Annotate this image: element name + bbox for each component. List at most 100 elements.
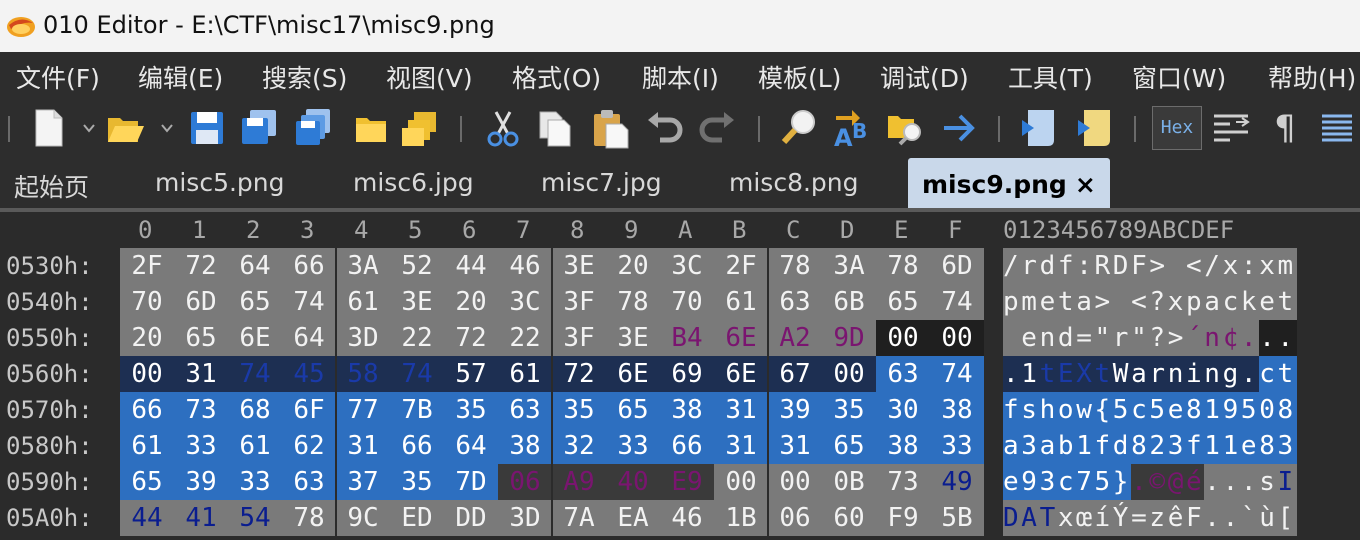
hex-byte[interactable]: 72 <box>444 320 498 356</box>
hex-byte[interactable]: 72 <box>174 248 228 284</box>
ascii-char[interactable]: 8 <box>1277 392 1297 428</box>
hex-byte[interactable]: 3A <box>822 248 876 284</box>
ascii-char[interactable]: " <box>1131 320 1151 356</box>
hex-byte[interactable]: 74 <box>390 356 444 392</box>
hex-byte[interactable]: 64 <box>444 428 498 464</box>
ascii-char[interactable]: " <box>1094 320 1114 356</box>
hex-byte[interactable]: 6E <box>228 320 282 356</box>
menu-format[interactable]: 格式(O) <box>512 59 601 95</box>
ascii-char[interactable]: > <box>1167 320 1187 356</box>
hex-byte[interactable]: 63 <box>282 464 336 500</box>
menu-view[interactable]: 视图(V) <box>386 59 473 95</box>
ascii-char[interactable]: s <box>1259 464 1279 500</box>
hex-byte[interactable]: 00 <box>930 320 984 356</box>
hex-byte[interactable]: 66 <box>660 428 714 464</box>
hex-byte[interactable]: 78 <box>768 248 822 284</box>
ascii-char[interactable]: 3 <box>1167 428 1187 464</box>
ascii-char[interactable]: é <box>1186 464 1205 500</box>
hex-byte[interactable]: 54 <box>228 500 282 536</box>
hex-byte[interactable]: 38 <box>498 428 552 464</box>
hex-byte[interactable]: 57 <box>444 356 498 392</box>
hex-byte[interactable]: 41 <box>174 500 228 536</box>
ascii-char[interactable]: x <box>1167 284 1187 320</box>
hex-byte[interactable]: 7B <box>390 392 444 428</box>
hex-byte[interactable]: 66 <box>282 248 336 284</box>
ascii-char[interactable]: r <box>1021 248 1041 284</box>
cut-icon[interactable] <box>482 106 524 150</box>
ascii-char[interactable]: > <box>1149 248 1169 284</box>
hex-byte[interactable]: 64 <box>282 320 336 356</box>
ascii-char[interactable]: 5 <box>1149 392 1169 428</box>
hex-byte[interactable]: 64 <box>228 248 282 284</box>
hex-byte[interactable]: 20 <box>120 320 174 356</box>
save-all-icon[interactable] <box>292 106 334 150</box>
ascii-char[interactable]: a <box>1076 284 1096 320</box>
hex-byte[interactable]: 44 <box>120 500 174 536</box>
run-template-icon[interactable] <box>1074 106 1116 150</box>
ascii-char[interactable]: r <box>1149 356 1169 392</box>
ascii-char[interactable]: . <box>1259 320 1279 356</box>
hex-byte[interactable]: 63 <box>768 284 822 320</box>
ascii-char[interactable]: A <box>1021 500 1041 536</box>
hex-byte[interactable]: 38 <box>930 392 984 428</box>
hex-byte[interactable]: A2 <box>768 320 822 356</box>
ascii-char[interactable]: e <box>1240 428 1260 464</box>
chevron-down-icon[interactable] <box>82 118 96 138</box>
hex-byte[interactable]: 6F <box>282 392 336 428</box>
hex-byte[interactable]: 74 <box>282 284 336 320</box>
ascii-char[interactable]: 3 <box>1021 428 1041 464</box>
ascii-char[interactable] <box>1167 248 1187 284</box>
ascii-char[interactable]: a <box>1039 428 1059 464</box>
hex-byte[interactable]: 6E <box>714 320 768 356</box>
hex-byte[interactable]: 7D <box>444 464 498 500</box>
ascii-char[interactable]: e <box>1003 464 1022 500</box>
hex-byte[interactable]: B4 <box>660 320 714 356</box>
menu-script[interactable]: 脚本(I) <box>642 59 719 95</box>
hex-byte[interactable]: 73 <box>174 392 228 428</box>
hex-byte[interactable]: 20 <box>444 284 498 320</box>
ascii-char[interactable]: 0 <box>1259 392 1279 428</box>
hex-byte[interactable]: 46 <box>660 500 714 536</box>
hex-byte[interactable]: A9 <box>552 464 606 500</box>
find-icon[interactable] <box>778 106 820 150</box>
ascii-char[interactable]: I <box>1277 464 1297 500</box>
hex-byte[interactable]: 70 <box>120 284 174 320</box>
hex-byte[interactable]: 63 <box>498 392 552 428</box>
ascii-char[interactable]: t <box>1057 284 1077 320</box>
ascii-char[interactable]: r <box>1112 320 1132 356</box>
ascii-char[interactable]: : <box>1076 248 1096 284</box>
ascii-char[interactable]: t <box>1277 284 1297 320</box>
hex-byte[interactable]: 74 <box>930 284 984 320</box>
hex-byte[interactable]: 3C <box>498 284 552 320</box>
hex-byte[interactable]: 67 <box>768 356 822 392</box>
hex-byte[interactable]: 00 <box>120 356 174 392</box>
run-script-icon[interactable] <box>1018 106 1060 150</box>
hex-byte[interactable]: 00 <box>822 356 876 392</box>
ascii-char[interactable]: . <box>1204 464 1224 500</box>
folder-icon[interactable] <box>350 106 392 150</box>
ascii-char[interactable]: i <box>1186 356 1205 392</box>
ascii-char[interactable]: Ý <box>1112 500 1132 536</box>
hex-byte[interactable]: 35 <box>552 392 606 428</box>
hex-byte[interactable]: 52 <box>390 248 444 284</box>
ascii-char[interactable]: o <box>1057 392 1077 428</box>
ascii-char[interactable]: = <box>1131 500 1151 536</box>
hex-byte[interactable]: EA <box>606 500 660 536</box>
hex-byte[interactable]: 78 <box>282 500 336 536</box>
ascii-char[interactable]: 8 <box>1131 428 1151 464</box>
hex-byte[interactable]: 33 <box>606 428 660 464</box>
ascii-char[interactable]: . <box>1277 320 1297 356</box>
hex-byte[interactable]: 74 <box>228 356 282 392</box>
tab-misc9[interactable]: misc9.png × <box>908 158 1110 210</box>
ascii-char[interactable]: R <box>1094 248 1114 284</box>
hex-byte[interactable]: 62 <box>282 428 336 464</box>
hex-byte[interactable]: 22 <box>498 320 552 356</box>
hex-byte[interactable]: 3F <box>552 284 606 320</box>
ascii-char[interactable]: a <box>1131 356 1151 392</box>
hex-byte[interactable]: 38 <box>660 392 714 428</box>
ascii-char[interactable]: W <box>1112 356 1132 392</box>
ascii-char[interactable]: s <box>1021 392 1041 428</box>
ascii-char[interactable]: e <box>1167 392 1187 428</box>
ascii-char[interactable]: < <box>1131 284 1151 320</box>
hex-byte[interactable]: 65 <box>174 320 228 356</box>
